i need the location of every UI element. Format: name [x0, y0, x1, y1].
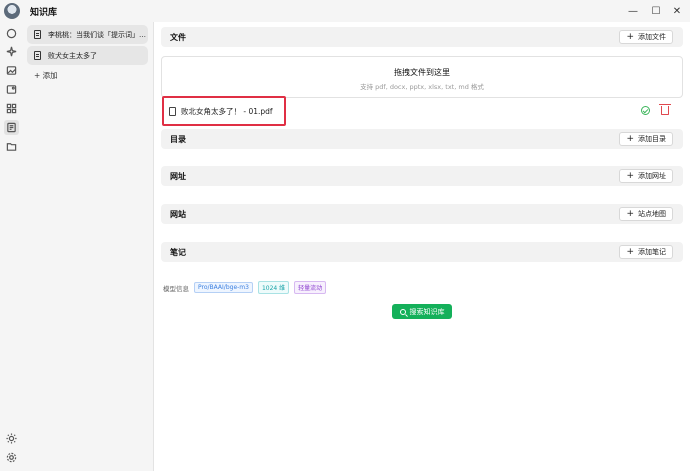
model-info: 模型信息 Pro/BAAI/bge-m3 1024 维 轻量流动	[163, 281, 327, 294]
app-logo-icon	[4, 3, 20, 19]
add-file-button[interactable]: + 添加文件	[619, 30, 673, 44]
button-label: 添加笔记	[638, 248, 666, 256]
button-label: 添加网址	[638, 172, 666, 180]
file-dropzone[interactable]: 拖拽文件到这里 支持 pdf, docx, pptx, xlsx, txt, m…	[161, 56, 683, 98]
search-icon	[399, 308, 406, 315]
search-knowledge-button[interactable]: 搜索知识库	[392, 304, 452, 319]
plus-icon: +	[626, 170, 634, 181]
chat-icon[interactable]	[4, 26, 19, 41]
model-info-label: 模型信息	[163, 284, 189, 293]
document-icon	[34, 30, 41, 39]
plus-icon: +	[626, 208, 634, 219]
sparkle-icon[interactable]	[4, 44, 19, 59]
section-title: 目录	[170, 135, 186, 144]
kb-item-label: 败犬女主太多了	[48, 51, 97, 60]
plus-icon: +	[626, 133, 634, 144]
main-content: 文件 + 添加文件 拖拽文件到这里 支持 pdf, docx, pptx, xl…	[154, 22, 690, 471]
dropzone-hint: 支持 pdf, docx, pptx, xlsx, txt, md 格式	[360, 83, 484, 91]
section-title: 文件	[170, 33, 186, 42]
settings-icon[interactable]	[4, 450, 19, 465]
add-kb-button[interactable]: + 添加	[34, 70, 58, 81]
kb-item-selected[interactable]: 败犬女主太多了	[27, 46, 148, 65]
section-title: 笔记	[170, 248, 186, 257]
directory-section: 目录 + 添加目录	[161, 129, 683, 149]
add-note-button[interactable]: + 添加笔记	[619, 245, 673, 259]
title-bar: 知识库 — ☐ ✕	[0, 0, 690, 22]
photo-icon[interactable]	[4, 82, 19, 97]
websites-section: 网站 + 站点地图	[161, 204, 683, 224]
knowledge-icon[interactable]	[4, 120, 19, 135]
dropzone-title: 拖拽文件到这里	[394, 68, 450, 77]
provider-tag: 轻量流动	[294, 281, 327, 294]
trash-icon[interactable]	[659, 104, 671, 115]
section-title: 网址	[170, 172, 186, 181]
highlight-box	[162, 96, 286, 126]
urls-section: 网址 + 添加网址	[161, 166, 683, 186]
button-label: 添加文件	[638, 33, 666, 41]
button-label: 站点地图	[638, 210, 666, 218]
sitemap-button[interactable]: + 站点地图	[619, 207, 673, 221]
add-url-button[interactable]: + 添加网址	[619, 169, 673, 183]
add-directory-button[interactable]: + 添加目录	[619, 132, 673, 146]
section-title: 网站	[170, 210, 186, 219]
knowledge-base-list: 李桃桃：当我们谈「提示词」时... 败犬女主太多了 + 添加	[23, 22, 154, 471]
check-circle-icon	[641, 106, 650, 115]
app-title: 知识库	[30, 8, 58, 18]
button-label: 搜索知识库	[409, 307, 445, 316]
minimize-button[interactable]: —	[622, 2, 644, 20]
files-section: 文件 + 添加文件	[161, 27, 683, 47]
folder-icon[interactable]	[4, 139, 19, 154]
document-icon	[34, 51, 41, 60]
kb-item[interactable]: 李桃桃：当我们谈「提示词」时...	[27, 25, 148, 44]
plus-icon: +	[626, 246, 634, 257]
apps-icon[interactable]	[4, 101, 19, 116]
image-icon[interactable]	[4, 63, 19, 78]
close-button[interactable]: ✕	[666, 2, 688, 20]
notes-section: 笔记 + 添加笔记	[161, 242, 683, 262]
model-tag: Pro/BAAI/bge-m3	[194, 282, 253, 293]
button-label: 添加目录	[638, 135, 666, 143]
kb-item-label: 李桃桃：当我们谈「提示词」时...	[48, 30, 148, 39]
plus-icon: +	[626, 31, 634, 42]
icon-rail	[0, 22, 23, 471]
dimension-tag: 1024 维	[257, 281, 290, 294]
maximize-button[interactable]: ☐	[645, 2, 667, 20]
sun-icon[interactable]	[4, 431, 19, 446]
